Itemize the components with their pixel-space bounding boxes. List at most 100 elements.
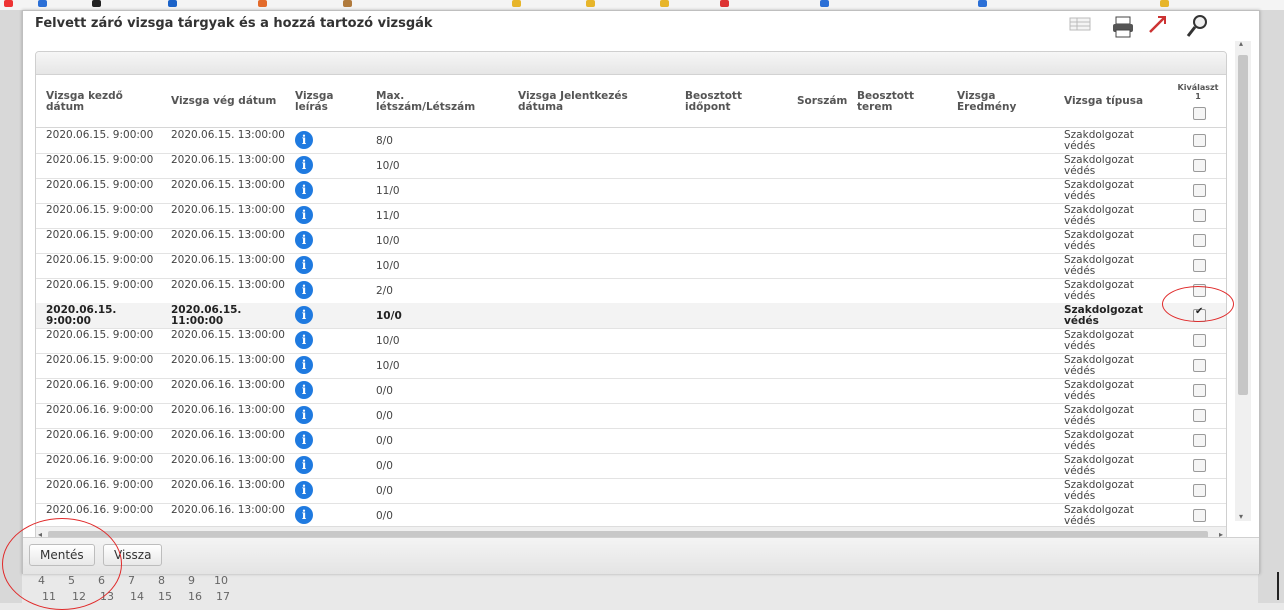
search-icon[interactable]: [1185, 13, 1209, 43]
pager-number[interactable]: 12: [72, 590, 86, 603]
info-icon[interactable]: i: [295, 131, 313, 149]
bookmark-icon[interactable]: [820, 0, 829, 7]
info-icon[interactable]: i: [295, 181, 313, 199]
vertical-scroll-thumb[interactable]: [1238, 55, 1248, 395]
column-header-result[interactable]: Vizsga Eredmény: [957, 91, 1016, 113]
select-checkbox[interactable]: [1193, 509, 1206, 522]
table-row[interactable]: 2020.06.15. 9:00:00 2020.06.15. 13:00:00 i…: [36, 228, 1226, 254]
select-checkbox[interactable]: [1193, 209, 1206, 222]
column-header-application-date[interactable]: Vizsga Jelentkezés dátuma: [518, 91, 628, 113]
table-row[interactable]: 2020.06.16. 9:00:00 2020.06.16. 13:00:00 i…: [36, 503, 1226, 524]
bookmark-icon[interactable]: [586, 0, 595, 7]
select-all-checkbox[interactable]: [1193, 107, 1206, 120]
select-checkbox[interactable]: [1193, 184, 1206, 197]
bookmark-icon[interactable]: [720, 0, 729, 7]
select-checkbox[interactable]: [1193, 307, 1206, 322]
table-row[interactable]: 2020.06.15. 9:00:00 2020.06.15. 13:00:00 i…: [36, 203, 1226, 229]
table-row[interactable]: 2020.06.16. 9:00:00 2020.06.16. 13:00:00 i…: [36, 428, 1226, 454]
select-checkbox[interactable]: [1193, 334, 1206, 347]
table-row[interactable]: 2020.06.15. 9:00:00 2020.06.15. 13:00:00 i…: [36, 353, 1226, 379]
select-checkbox[interactable]: [1193, 384, 1206, 397]
print-icon[interactable]: [1111, 16, 1135, 42]
info-icon[interactable]: i: [295, 256, 313, 274]
select-checkbox[interactable]: [1193, 434, 1206, 447]
table-row[interactable]: 2020.06.16. 9:00:00 2020.06.16. 13:00:00 i…: [36, 453, 1226, 479]
info-icon[interactable]: i: [295, 506, 313, 524]
info-icon[interactable]: i: [295, 156, 313, 174]
table-row[interactable]: 2020.06.15. 9:00:00 2020.06.15. 13:00:00 i…: [36, 253, 1226, 279]
table-row[interactable]: 2020.06.15. 9:00:00 2020.06.15. 13:00:00 i…: [36, 328, 1226, 354]
select-checkbox[interactable]: [1193, 234, 1206, 247]
info-icon[interactable]: i: [295, 456, 313, 474]
select-checkbox[interactable]: [1193, 134, 1206, 147]
pager-number[interactable]: 8: [158, 574, 165, 587]
scroll-down-icon[interactable]: ▾: [1239, 512, 1243, 521]
table-row[interactable]: 2020.06.16. 9:00:00 2020.06.16. 13:00:00 i…: [36, 378, 1226, 404]
pager-number[interactable]: 17: [216, 590, 230, 603]
select-checkbox[interactable]: [1193, 359, 1206, 372]
bookmark-icon[interactable]: [660, 0, 669, 7]
column-header-start-date[interactable]: Vizsga kezdő dátum: [46, 91, 123, 113]
pager-number[interactable]: 10: [214, 574, 228, 587]
column-settings-icon[interactable]: [1069, 16, 1091, 36]
table-row[interactable]: 2020.06.15. 9:00:00 2020.06.15. 13:00:00 i…: [36, 128, 1226, 154]
max-count-cell: 10/0: [376, 360, 400, 372]
info-icon[interactable]: i: [295, 431, 313, 449]
bookmark-icon[interactable]: [168, 0, 177, 7]
info-icon[interactable]: i: [295, 206, 313, 224]
info-icon[interactable]: i: [295, 406, 313, 424]
column-header-description[interactable]: Vizsga leírás: [295, 91, 334, 113]
save-button[interactable]: Mentés: [29, 544, 95, 566]
pager-number[interactable]: 5: [68, 574, 75, 587]
table-row[interactable]: 2020.06.16. 9:00:00 2020.06.16. 13:00:00 i…: [36, 478, 1226, 504]
pager-number[interactable]: 11: [42, 590, 56, 603]
back-button[interactable]: Vissza: [103, 544, 163, 566]
bookmark-icon[interactable]: [258, 0, 267, 7]
pager-number[interactable]: 14: [130, 590, 144, 603]
bookmark-icon[interactable]: [38, 0, 47, 7]
bookmark-icon[interactable]: [343, 0, 352, 7]
pager-number[interactable]: 4: [38, 574, 45, 587]
info-icon[interactable]: i: [295, 481, 313, 499]
scroll-up-icon[interactable]: ▴: [1239, 39, 1243, 48]
table-row[interactable]: 2020.06.15. 9:00:00 2020.06.15. 13:00:00 i…: [36, 278, 1226, 304]
info-icon[interactable]: i: [295, 306, 313, 324]
exam-type-cell: Szakdolgozat védés: [1064, 479, 1134, 502]
column-header-end-date[interactable]: Vizsga vég dátum: [171, 96, 276, 107]
exam-type-cell: Szakdolgozat védés: [1064, 229, 1134, 252]
vertical-scrollbar[interactable]: ▴ ▾: [1235, 39, 1251, 521]
bookmark-icon[interactable]: [4, 0, 13, 7]
info-icon[interactable]: i: [295, 231, 313, 249]
table-row[interactable]: 2020.06.16. 9:00:00 2020.06.16. 13:00:00 i…: [36, 403, 1226, 429]
table-row[interactable]: 2020.06.15. 9:00:00 2020.06.15. 11:00:00 i…: [36, 303, 1226, 329]
pager-number[interactable]: 16: [188, 590, 202, 603]
pager-number[interactable]: 7: [128, 574, 135, 587]
select-checkbox[interactable]: [1193, 159, 1206, 172]
bookmark-icon[interactable]: [978, 0, 987, 7]
info-icon[interactable]: i: [295, 281, 313, 299]
column-header-assigned-time[interactable]: Beosztott időpont: [685, 91, 742, 113]
info-icon[interactable]: i: [295, 381, 313, 399]
select-checkbox[interactable]: [1193, 409, 1206, 422]
pager-number[interactable]: 15: [158, 590, 172, 603]
export-icon[interactable]: [1147, 13, 1169, 39]
column-header-exam-type[interactable]: Vizsga típusa: [1064, 96, 1143, 107]
bookmark-icon[interactable]: [512, 0, 521, 7]
table-row[interactable]: 2020.06.15. 9:00:00 2020.06.15. 13:00:00 i…: [36, 178, 1226, 204]
pager-number[interactable]: 6: [98, 574, 105, 587]
info-icon[interactable]: i: [295, 356, 313, 374]
info-icon[interactable]: i: [295, 331, 313, 349]
column-header-order[interactable]: Sorszám: [797, 96, 847, 107]
pager-number[interactable]: 13: [100, 590, 114, 603]
pager-number[interactable]: 9: [188, 574, 195, 587]
select-checkbox[interactable]: [1193, 284, 1206, 297]
bookmark-icon[interactable]: [1160, 0, 1169, 7]
select-checkbox[interactable]: [1193, 484, 1206, 497]
column-header-select[interactable]: Kiválaszt 1: [1176, 83, 1220, 101]
column-header-max-count[interactable]: Max. létszám/Létszám: [376, 91, 475, 113]
select-checkbox[interactable]: [1193, 259, 1206, 272]
select-checkbox[interactable]: [1193, 459, 1206, 472]
column-header-assigned-room[interactable]: Beosztott terem: [857, 91, 914, 113]
table-row[interactable]: 2020.06.15. 9:00:00 2020.06.15. 13:00:00 i…: [36, 153, 1226, 179]
bookmark-icon[interactable]: [92, 0, 101, 7]
